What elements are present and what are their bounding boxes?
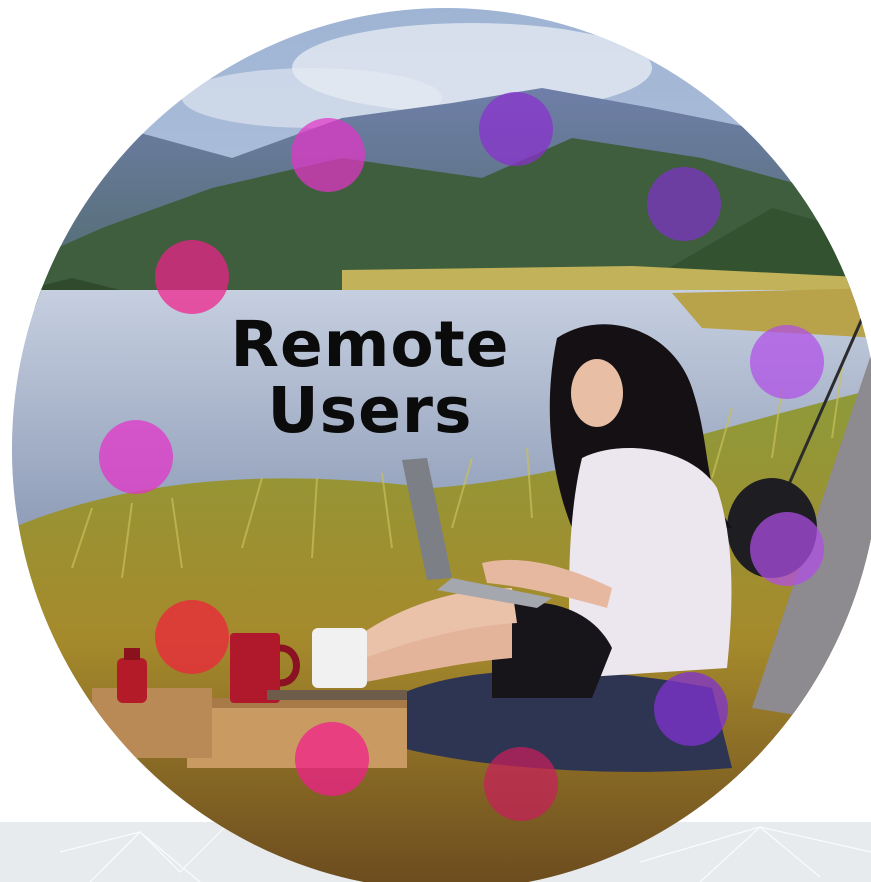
decorative-dot-10 — [295, 722, 369, 796]
decorative-dot-11 — [484, 747, 558, 821]
decorative-dot-3 — [647, 167, 721, 241]
decorative-dot-6 — [99, 420, 173, 494]
decorative-dot-7 — [750, 512, 824, 586]
title-line-1: Remote — [230, 308, 510, 381]
page-title: Remote Users — [190, 312, 550, 444]
decorative-dot-1 — [291, 118, 365, 192]
decorative-dot-4 — [155, 240, 229, 314]
remote-users-graphic: Remote Users — [0, 0, 871, 882]
decorative-dot-5 — [750, 325, 824, 399]
decorative-dot-9 — [654, 672, 728, 746]
decorative-dot-2 — [479, 92, 553, 166]
title-line-2: Users — [267, 374, 473, 447]
decorative-dot-8 — [155, 600, 229, 674]
